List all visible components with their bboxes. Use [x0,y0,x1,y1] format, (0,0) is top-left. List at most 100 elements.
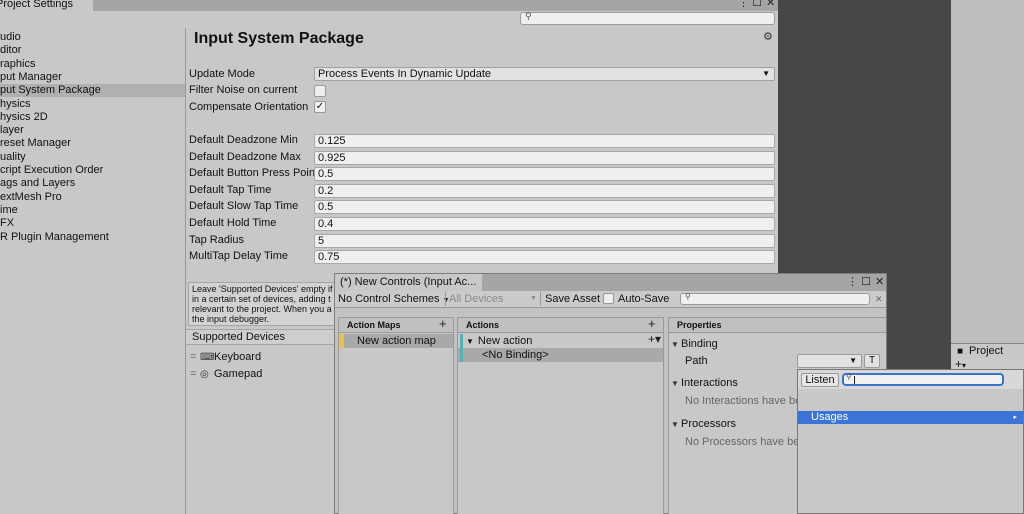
gamepad-icon: ◎ [200,369,209,380]
setting-value-field[interactable]: 0.2 [314,183,775,198]
help-text-line: Leave 'Supported Devices' empty if [192,284,333,294]
text-mode-button[interactable]: T [864,354,880,368]
add-action-button[interactable]: + [648,316,656,331]
processors-foldout[interactable]: ▼ Processors [671,418,736,431]
search-icon: ⚲ [525,11,532,21]
interactions-foldout-label: Interactions [681,377,738,389]
clear-search-icon[interactable]: ✕ [872,291,883,307]
gear-icon[interactable]: ⚙ [763,30,773,43]
project-settings-tab-label: Project Settings [0,0,74,10]
auto-save-checkbox[interactable] [603,293,614,304]
supported-device-item[interactable]: = ⌨Keyboard [190,351,261,364]
sidebar-item[interactable]: put Manager [0,71,185,84]
setting-value-field[interactable]: 0.75 [314,250,775,265]
project-settings-titlebar [0,0,778,11]
fold-open-icon: ▼ [671,340,679,349]
sidebar-item[interactable]: hysics [0,98,185,111]
sidebar-item[interactable]: layer [0,124,185,137]
usages-menu-item[interactable]: Usages ▸ [798,411,1023,424]
binding-search-input[interactable]: ⚲ [842,372,1004,386]
binding-foldout[interactable]: ▼ Binding [671,338,718,351]
add-action-map-button[interactable]: + [439,316,447,331]
sidebar-item[interactable]: ditor [0,44,185,57]
action-maps-panel: Action Maps + New action map [338,316,454,514]
toolbar-separator [540,292,541,306]
filter-noise-checkbox[interactable] [314,85,326,97]
supported-device-item[interactable]: = ◎ Gamepad [190,368,262,381]
setting-label: Default Button Press Point [189,167,319,180]
settings-search-input[interactable]: ⚲ [520,11,775,25]
setting-value-field[interactable]: 5 [314,233,775,248]
setting-value-field[interactable]: 0.5 [314,200,775,215]
auto-save-label: Auto-Save [618,293,670,305]
binding-path-dropdown[interactable]: ▼ [797,354,862,368]
binding-item[interactable]: <No Binding> [458,348,663,362]
text-caret [854,376,855,384]
actions-search-input[interactable]: ⚲ [680,292,870,305]
setting-value-field[interactable]: 0.5 [314,167,775,182]
action-map-item[interactable]: New action map [339,334,453,348]
sidebar-item[interactable]: R Plugin Management [0,231,185,244]
action-map-color-marker [339,334,344,348]
help-text-line: the input debugger. [192,314,270,324]
setting-label: Default Hold Time [189,217,277,229]
setting-value-field[interactable]: 0.4 [314,217,775,231]
search-icon: ⚲ [685,292,691,301]
project-settings-tab[interactable]: Project Settings [0,0,93,11]
sidebar-item[interactable]: FX [0,217,185,230]
sidebar-item[interactable]: ags and Layers [0,177,185,190]
sidebar-divider[interactable] [185,28,186,514]
window-menu-icon[interactable]: ⋮ [738,0,749,9]
supported-devices-header: Supported Devices [186,329,336,345]
action-color-marker [460,334,463,348]
control-scheme-dropdown[interactable]: No Control Schemes ▼ [335,291,450,307]
sidebar-item[interactable]: uality [0,151,185,164]
device-label: Gamepad [214,368,263,380]
drag-handle-icon[interactable]: = [190,351,200,364]
compensate-orientation-checkbox[interactable]: ✓ [314,101,326,113]
maximize-icon[interactable]: ☐ [861,276,871,288]
close-icon[interactable]: ✕ [875,276,884,288]
fold-open-icon: ▼ [671,420,679,429]
setting-label: Default Deadzone Min [189,134,298,146]
compensate-orientation-label: Compensate Orientation [189,101,309,113]
sidebar-item[interactable]: hysics 2D [0,111,185,124]
path-label: Path [685,355,708,367]
help-text-line: relevant to the project. When you a [192,304,332,314]
save-asset-button[interactable]: Save Asset [542,291,600,307]
setting-label: MultiTap Delay Time [189,250,289,263]
update-mode-dropdown[interactable]: Process Events In Dynamic Update ▼ [314,67,775,81]
listen-button[interactable]: Listen [801,373,839,387]
actions-header: Actions [458,318,663,333]
sidebar-item[interactable]: extMesh Pro [0,191,185,204]
binding-label: <No Binding> [482,349,549,361]
help-text-line: in a certain set of devices, adding t [192,294,331,304]
devices-dropdown[interactable]: All Devices ▼ [446,291,540,307]
setting-value-field[interactable]: 0.925 [314,150,775,165]
processors-foldout-label: Processors [681,418,737,430]
action-item[interactable]: ▼ New action [458,334,663,348]
binding-picker-popup: Listen ⚲ Usages ▸ [797,369,1024,514]
setting-value-field[interactable]: 0.125 [314,134,775,148]
sidebar-item[interactable]: reset Manager [0,137,185,150]
action-map-label: New action map [357,335,436,347]
sidebar-item[interactable]: ime [0,204,185,217]
control-scheme-label: No Control Schemes [338,293,440,305]
input-actions-tab[interactable]: (*) New Controls (Input Ac... [335,274,482,291]
input-actions-tab-label: (*) New Controls (Input Ac... [340,276,477,288]
drag-handle-icon[interactable]: = [190,368,200,381]
filter-noise-label: Filter Noise on current [189,84,298,96]
properties-title: Properties [677,320,722,330]
actions-panel: Actions + +▾ ▼ New action <No Binding> [457,316,664,514]
setting-label: Tap Radius [189,233,245,246]
maximize-icon[interactable]: ☐ [752,0,762,9]
close-icon[interactable]: ✕ [766,0,775,9]
sidebar-item[interactable]: raphics [0,58,185,71]
sidebar-item[interactable]: udio [0,31,185,44]
interactions-foldout[interactable]: ▼ Interactions [671,377,738,390]
sidebar-item[interactable]: put System Package [0,84,185,98]
device-label: Keyboard [214,351,262,363]
page-title: Input System Package [194,30,364,47]
sidebar-item[interactable]: cript Execution Order [0,164,185,177]
window-menu-icon[interactable]: ⋮ [847,276,858,288]
